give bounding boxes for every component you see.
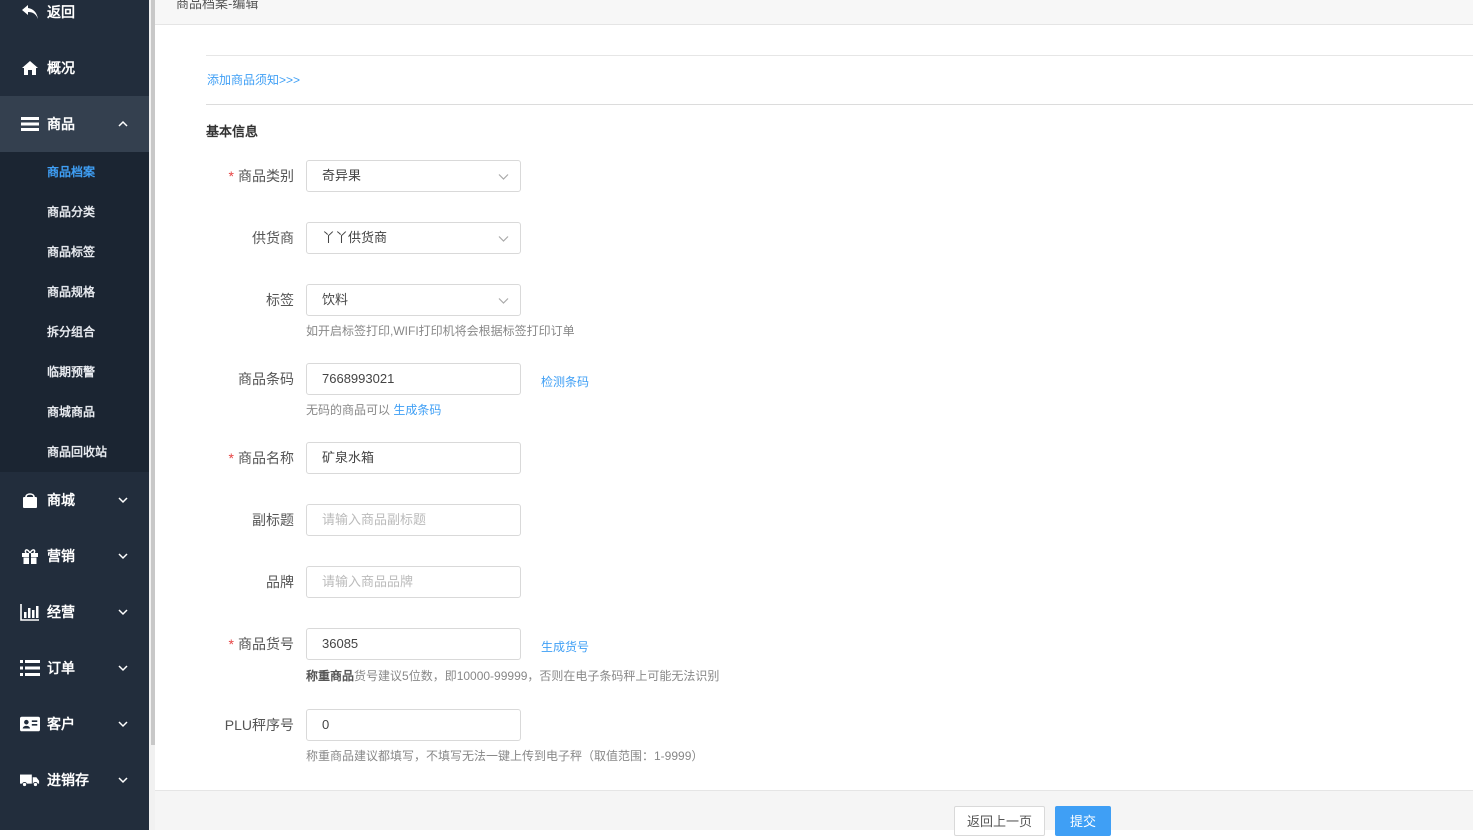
section-title: 基本信息 bbox=[206, 124, 259, 139]
sidebar-sub-goods-category[interactable]: 商品分类 bbox=[0, 192, 149, 232]
barcode-value: 7668993021 bbox=[322, 371, 395, 386]
supplier-label: 供货商 bbox=[252, 230, 294, 246]
sidebar-item-label: 商城 bbox=[47, 492, 75, 508]
sidebar-sub-recycle-bin[interactable]: 商品回收站 bbox=[0, 432, 149, 472]
sidebar-item-customers[interactable]: 客户 bbox=[0, 696, 149, 752]
menu-bars-icon bbox=[20, 114, 40, 134]
item-no-value: 36085 bbox=[322, 636, 359, 651]
id-card-icon bbox=[20, 714, 40, 734]
plu-hint: 称重商品建议都填写，不填写无法一键上传到电子秤（取值范围：1-9999） bbox=[306, 749, 704, 763]
footer-bar bbox=[155, 790, 1473, 830]
barcode-hint: 无码的商品可以 生成条码 bbox=[306, 403, 442, 417]
supplier-select[interactable]: 丫丫供货商 bbox=[306, 222, 521, 254]
sidebar-item-marketing[interactable]: 营销 bbox=[0, 528, 149, 584]
plu-label: PLU秤序号 bbox=[224, 717, 294, 733]
item-no-input[interactable]: 36085 bbox=[306, 628, 521, 660]
sidebar-item-label: 进销存 bbox=[47, 772, 89, 788]
plu-value: 0 bbox=[322, 717, 330, 732]
tag-value: 饮料 bbox=[322, 292, 349, 307]
tag-label: 标签 bbox=[266, 292, 294, 308]
subtitle-input[interactable]: 请输入商品副标题 bbox=[306, 504, 521, 536]
goods-name-input[interactable]: 矿泉水箱 bbox=[306, 442, 521, 474]
chevron-down-icon bbox=[118, 609, 128, 616]
sidebar-item-inventory[interactable]: 进销存 bbox=[0, 752, 149, 808]
sidebar-item-label: 经营 bbox=[47, 604, 75, 620]
check-barcode-link[interactable]: 检测条码 bbox=[541, 373, 589, 390]
sidebar-item-overview[interactable]: 概况 bbox=[0, 40, 149, 96]
subtitle-label: 副标题 bbox=[252, 512, 294, 528]
breadcrumb: 商品档案-编辑 bbox=[176, 0, 259, 11]
goods-name-value: 矿泉水箱 bbox=[322, 450, 375, 465]
sidebar-sub-mall-goods[interactable]: 商城商品 bbox=[0, 392, 149, 432]
required-mark: * bbox=[228, 636, 234, 652]
sidebar-item-label: 营销 bbox=[47, 548, 75, 564]
sidebar-item-orders[interactable]: 订单 bbox=[0, 640, 149, 696]
chevron-down-icon bbox=[498, 174, 509, 180]
category-label: * 商品类别 bbox=[228, 168, 294, 184]
gift-icon bbox=[20, 546, 40, 566]
divider bbox=[206, 55, 1473, 56]
sidebar-sub-split-combo[interactable]: 拆分组合 bbox=[0, 312, 149, 352]
sidebar-sub-expiry-warning[interactable]: 临期预警 bbox=[0, 352, 149, 392]
tag-select[interactable]: 饮料 bbox=[306, 284, 521, 316]
shopping-bag-icon bbox=[20, 490, 40, 510]
sidebar-item-label: 客户 bbox=[47, 716, 75, 732]
add-goods-notice-link[interactable]: 添加商品须知>>> bbox=[207, 71, 300, 88]
generate-item-no-link[interactable]: 生成货号 bbox=[541, 638, 589, 655]
barcode-input[interactable]: 7668993021 bbox=[306, 363, 521, 395]
category-value: 奇异果 bbox=[322, 168, 362, 183]
required-mark: * bbox=[228, 450, 234, 466]
goods-name-label: * 商品名称 bbox=[228, 450, 294, 466]
chevron-down-icon bbox=[498, 236, 509, 242]
chevron-down-icon bbox=[498, 298, 509, 304]
sidebar-item-mall[interactable]: 商城 bbox=[0, 472, 149, 528]
chevron-down-icon bbox=[118, 777, 128, 784]
scrollbar-thumb[interactable] bbox=[151, 0, 155, 745]
submit-button[interactable]: 提交 bbox=[1055, 806, 1111, 836]
tag-hint: 如开启标签打印,WIFI打印机将会根据标签打印订单 bbox=[306, 324, 575, 338]
brand-placeholder: 请输入商品品牌 bbox=[322, 574, 414, 589]
chevron-down-icon bbox=[118, 721, 128, 728]
breadcrumb-bar: 商品档案-编辑 bbox=[155, 0, 1473, 25]
goods-submenu: 商品档案 商品分类 商品标签 商品规格 拆分组合 临期预警 商城商品 商品回收站 bbox=[0, 152, 149, 472]
sidebar-item-label: 概况 bbox=[47, 60, 75, 76]
supplier-value: 丫丫供货商 bbox=[322, 230, 388, 245]
list-icon bbox=[20, 658, 40, 678]
home-icon bbox=[20, 58, 40, 78]
brand-input[interactable]: 请输入商品品牌 bbox=[306, 566, 521, 598]
sidebar-item-label: 商品 bbox=[47, 116, 75, 132]
chevron-down-icon bbox=[118, 553, 128, 560]
sidebar-item-business[interactable]: 经营 bbox=[0, 584, 149, 640]
sidebar-item-label: 订单 bbox=[47, 660, 75, 676]
truck-icon bbox=[20, 770, 40, 790]
back-label: 返回 bbox=[47, 4, 75, 20]
sidebar: 返回 概况 商品 商品档案 商品分类 商品标签 商品规格 拆分组合 临期预警 商… bbox=[0, 0, 149, 830]
bar-chart-icon bbox=[20, 602, 40, 622]
sidebar-sub-goods-archive[interactable]: 商品档案 bbox=[0, 152, 149, 192]
plu-input[interactable]: 0 bbox=[306, 709, 521, 741]
required-mark: * bbox=[228, 168, 234, 184]
category-select[interactable]: 奇异果 bbox=[306, 160, 521, 192]
sidebar-sub-goods-specs[interactable]: 商品规格 bbox=[0, 272, 149, 312]
subtitle-placeholder: 请输入商品副标题 bbox=[322, 512, 427, 527]
item-no-hint: 称重商品货号建议5位数，即10000-99999，否则在电子条码秤上可能无法识别 bbox=[306, 669, 720, 683]
brand-label: 品牌 bbox=[266, 574, 294, 590]
divider bbox=[206, 104, 1473, 105]
chevron-down-icon bbox=[118, 497, 128, 504]
generate-barcode-link[interactable]: 生成条码 bbox=[393, 403, 441, 417]
item-no-label: * 商品货号 bbox=[228, 636, 294, 652]
chevron-up-icon bbox=[118, 120, 128, 127]
back-arrow-icon bbox=[20, 2, 40, 22]
chevron-down-icon bbox=[118, 665, 128, 672]
barcode-label: 商品条码 bbox=[238, 371, 294, 387]
back-page-button[interactable]: 返回上一页 bbox=[954, 806, 1045, 836]
back-link[interactable]: 返回 bbox=[0, 0, 149, 24]
sidebar-sub-goods-tags[interactable]: 商品标签 bbox=[0, 232, 149, 272]
sidebar-item-goods[interactable]: 商品 bbox=[0, 96, 149, 152]
